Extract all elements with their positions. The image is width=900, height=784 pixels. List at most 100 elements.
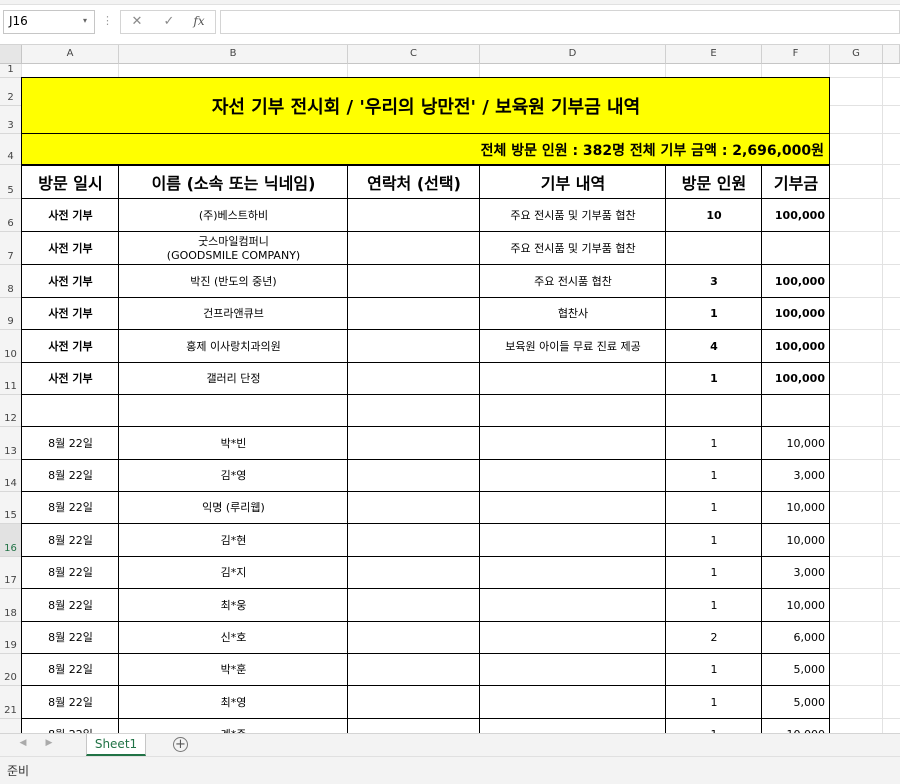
- table-cell[interactable]: 1: [666, 524, 762, 557]
- table-cell[interactable]: 100,000: [762, 298, 830, 330]
- column-header[interactable]: F: [762, 45, 830, 64]
- table-cell[interactable]: 10,000: [762, 492, 830, 524]
- row-header[interactable]: 16: [0, 524, 22, 557]
- table-cell[interactable]: [348, 427, 480, 460]
- row-header[interactable]: 20: [0, 654, 22, 686]
- table-cell[interactable]: 주요 전시품 및 기부품 협찬: [480, 232, 666, 265]
- row-header[interactable]: 2: [0, 78, 22, 106]
- row-header[interactable]: 4: [0, 134, 22, 165]
- table-cell[interactable]: [348, 232, 480, 265]
- table-cell[interactable]: [119, 395, 348, 427]
- table-cell[interactable]: [762, 232, 830, 265]
- table-cell[interactable]: 100,000: [762, 330, 830, 363]
- table-cell[interactable]: 주요 전시품 및 기부품 협찬: [480, 199, 666, 232]
- row-header[interactable]: 11: [0, 363, 22, 395]
- row-header[interactable]: 1: [0, 64, 22, 78]
- column-title[interactable]: 이름 (소속 또는 닉네임): [119, 165, 348, 199]
- row-header[interactable]: 19: [0, 622, 22, 654]
- table-cell[interactable]: [480, 395, 666, 427]
- row-header[interactable]: 18: [0, 589, 22, 622]
- table-cell[interactable]: 1: [666, 427, 762, 460]
- row-header[interactable]: 8: [0, 265, 22, 298]
- table-cell[interactable]: [348, 589, 480, 622]
- worksheet-grid[interactable]: A B C D E F G 1 2 3 4 5 6 7 8 9 10 11 12 13 14 15 16 17 18 19 20 21…: [0, 45, 900, 733]
- table-cell[interactable]: [348, 395, 480, 427]
- table-cell[interactable]: 최*웅: [119, 589, 348, 622]
- table-cell[interactable]: [348, 524, 480, 557]
- drag-handle-icon[interactable]: ⋮: [101, 14, 113, 32]
- column-header[interactable]: G: [830, 45, 883, 64]
- column-title[interactable]: 기부 내역: [480, 165, 666, 199]
- table-cell[interactable]: 8월 22일: [22, 557, 119, 589]
- table-cell[interactable]: 8월 22일: [22, 427, 119, 460]
- table-cell[interactable]: 10,000: [762, 719, 830, 733]
- row-header[interactable]: 7: [0, 232, 22, 265]
- table-cell[interactable]: 100,000: [762, 265, 830, 298]
- table-cell[interactable]: [348, 622, 480, 654]
- table-cell[interactable]: 주요 전시품 협찬: [480, 265, 666, 298]
- table-cell[interactable]: 김*현: [119, 524, 348, 557]
- table-cell[interactable]: 박*훈: [119, 654, 348, 686]
- check-icon[interactable]: ✓: [157, 14, 181, 32]
- table-cell[interactable]: (주)베스트하비: [119, 199, 348, 232]
- table-cell[interactable]: 3: [666, 265, 762, 298]
- table-cell[interactable]: 사전 기부: [22, 363, 119, 395]
- table-cell[interactable]: 1: [666, 719, 762, 733]
- table-cell[interactable]: 건프라앤큐브: [119, 298, 348, 330]
- table-cell[interactable]: [480, 363, 666, 395]
- table-cell[interactable]: 10: [666, 199, 762, 232]
- row-header[interactable]: 13: [0, 427, 22, 460]
- table-cell[interactable]: 1: [666, 492, 762, 524]
- table-cell[interactable]: [762, 395, 830, 427]
- table-cell[interactable]: 1: [666, 557, 762, 589]
- tab-sheet1[interactable]: Sheet1: [86, 734, 146, 756]
- cancel-icon[interactable]: ✕: [125, 14, 149, 32]
- row-header[interactable]: 10: [0, 330, 22, 363]
- table-cell[interactable]: 홍제 이사랑치과의원: [119, 330, 348, 363]
- table-cell[interactable]: 사전 기부: [22, 199, 119, 232]
- column-header[interactable]: E: [666, 45, 762, 64]
- table-cell[interactable]: [348, 719, 480, 733]
- row-header[interactable]: 9: [0, 298, 22, 330]
- table-cell[interactable]: 5,000: [762, 686, 830, 719]
- table-cell[interactable]: 10,000: [762, 427, 830, 460]
- row-header[interactable]: 5: [0, 165, 22, 199]
- table-cell[interactable]: [348, 363, 480, 395]
- table-cell[interactable]: [480, 492, 666, 524]
- table-cell[interactable]: 1: [666, 363, 762, 395]
- table-cell[interactable]: [480, 460, 666, 492]
- table-cell[interactable]: 보육원 아이들 무료 진료 제공: [480, 330, 666, 363]
- table-cell[interactable]: 최*영: [119, 686, 348, 719]
- table-cell[interactable]: 1: [666, 298, 762, 330]
- table-cell[interactable]: 4: [666, 330, 762, 363]
- table-cell[interactable]: [480, 589, 666, 622]
- table-cell[interactable]: [348, 265, 480, 298]
- row-header[interactable]: 15: [0, 492, 22, 524]
- table-cell[interactable]: [348, 199, 480, 232]
- table-cell[interactable]: [666, 232, 762, 265]
- table-cell[interactable]: 사전 기부: [22, 298, 119, 330]
- add-sheet-icon[interactable]: +: [173, 737, 188, 752]
- column-title[interactable]: 방문 인원: [666, 165, 762, 199]
- table-cell[interactable]: [348, 557, 480, 589]
- table-cell[interactable]: [480, 427, 666, 460]
- table-cell[interactable]: 박*빈: [119, 427, 348, 460]
- table-cell[interactable]: 신*호: [119, 622, 348, 654]
- table-cell[interactable]: 사전 기부: [22, 330, 119, 363]
- table-cell[interactable]: 1: [666, 686, 762, 719]
- table-cell[interactable]: [480, 524, 666, 557]
- table-cell[interactable]: 8월 22일: [22, 654, 119, 686]
- scroll-right-icon[interactable]: ▶: [42, 738, 56, 752]
- table-cell[interactable]: 10,000: [762, 524, 830, 557]
- table-cell[interactable]: 8월 22일: [22, 492, 119, 524]
- column-header[interactable]: C: [348, 45, 480, 64]
- table-cell[interactable]: [348, 654, 480, 686]
- table-cell[interactable]: 사전 기부: [22, 265, 119, 298]
- table-cell[interactable]: [480, 686, 666, 719]
- table-cell[interactable]: 3,000: [762, 557, 830, 589]
- table-cell[interactable]: 100,000: [762, 363, 830, 395]
- table-cell[interactable]: 6,000: [762, 622, 830, 654]
- row-header[interactable]: 12: [0, 395, 22, 427]
- table-cell[interactable]: 8월 22일: [22, 622, 119, 654]
- table-cell[interactable]: 계*준: [119, 719, 348, 733]
